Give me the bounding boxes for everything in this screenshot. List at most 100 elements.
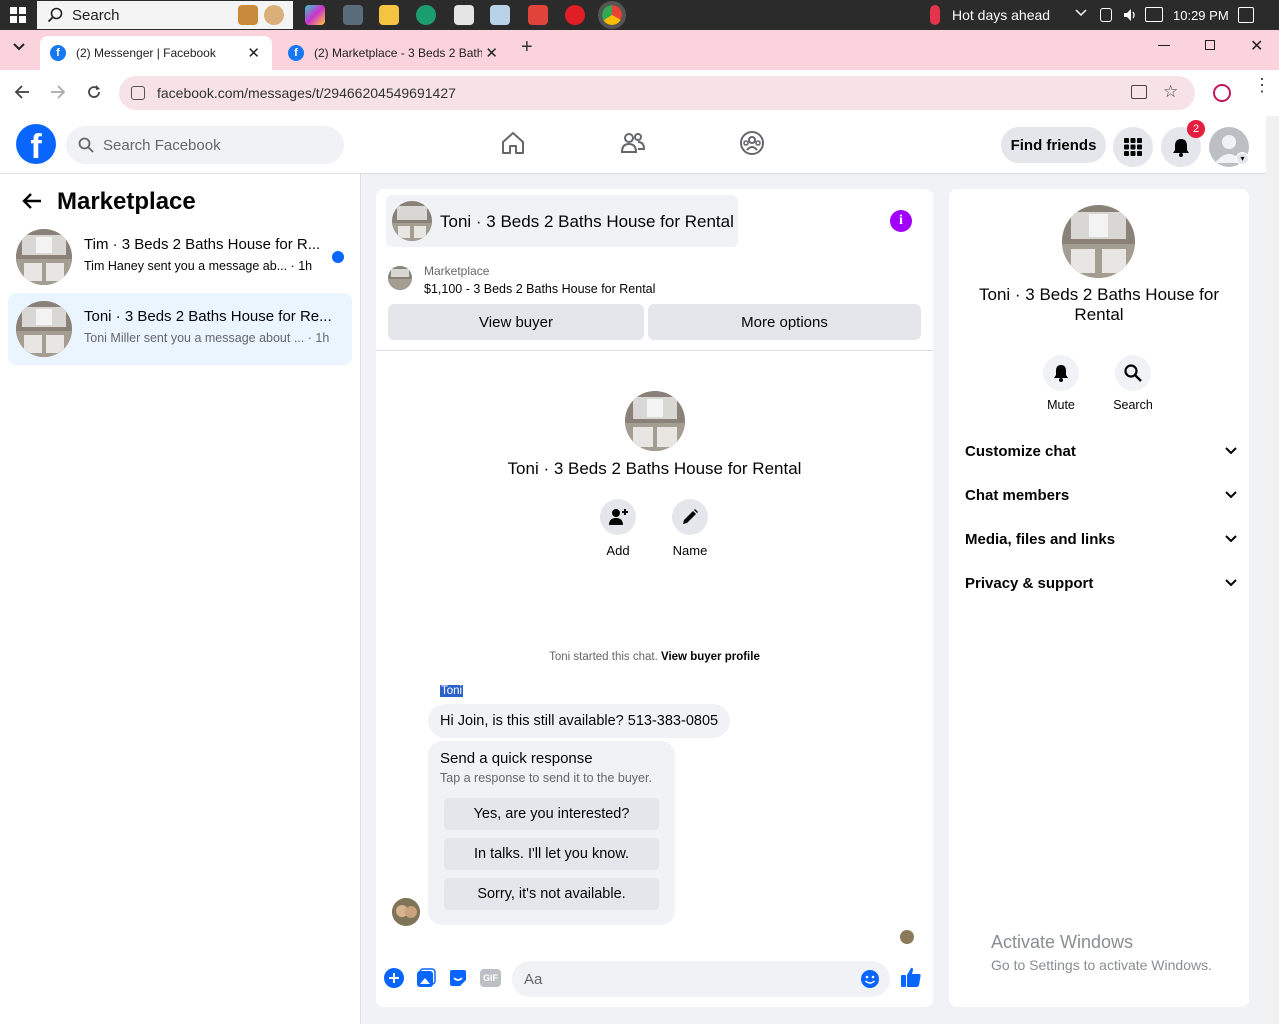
edit-name-button[interactable]: Name bbox=[654, 499, 726, 558]
emoji-icon[interactable] bbox=[860, 969, 880, 989]
file-explorer-icon[interactable] bbox=[379, 5, 399, 25]
taskbar-app-icon[interactable] bbox=[238, 5, 258, 25]
notepad-icon[interactable] bbox=[490, 5, 510, 25]
message-composer-input[interactable]: Aa bbox=[512, 961, 890, 997]
facebook-search-input[interactable]: Search Facebook bbox=[66, 126, 344, 164]
add-person-icon bbox=[600, 499, 636, 535]
notification-badge: 2 bbox=[1187, 120, 1205, 138]
section-label: Media, files and links bbox=[965, 530, 1116, 548]
message-bubble[interactable]: Hi Join, is this still available? 513-38… bbox=[428, 704, 731, 738]
search-in-chat-button[interactable]: Search bbox=[1101, 355, 1165, 412]
taskbar-app-icon[interactable] bbox=[264, 5, 284, 25]
chat-started-notice: Toni started this chat. View buyer profi… bbox=[376, 651, 933, 663]
address-bar[interactable]: facebook.com/messages/t/2946620454969142… bbox=[119, 76, 1195, 110]
listing-small-thumbnail bbox=[388, 266, 412, 290]
menu-grid-icon[interactable] bbox=[1113, 127, 1153, 167]
read-receipt-avatar bbox=[900, 930, 914, 944]
divider bbox=[376, 350, 933, 351]
conversation-item[interactable]: Tim · 3 Beds 2 Baths House for R... Tim … bbox=[8, 221, 352, 293]
tab-title: (2) Marketplace - 3 Beds 2 Bath bbox=[314, 46, 482, 60]
close-tab-icon[interactable]: ✕ bbox=[485, 44, 498, 62]
taskbar-app-icon[interactable] bbox=[454, 5, 474, 25]
listing-link[interactable]: $1,100 - 3 Beds 2 Baths House for Rental bbox=[424, 282, 655, 296]
find-friends-button[interactable]: Find friends bbox=[1001, 127, 1106, 163]
chrome-icon[interactable] bbox=[598, 1, 626, 29]
facebook-logo[interactable]: f bbox=[16, 124, 56, 166]
page-scrollbar[interactable] bbox=[1266, 116, 1279, 1024]
sticker-icon[interactable] bbox=[448, 968, 468, 988]
home-icon[interactable] bbox=[500, 130, 526, 156]
search-icon bbox=[47, 7, 63, 23]
groups-icon[interactable] bbox=[739, 130, 765, 156]
windows-start-icon[interactable] bbox=[0, 0, 36, 30]
conversation-time: · 1h bbox=[307, 331, 330, 345]
calculator-icon[interactable] bbox=[343, 5, 363, 25]
pencil-icon bbox=[672, 499, 708, 535]
view-buyer-button[interactable]: View buyer bbox=[388, 304, 644, 340]
reload-icon[interactable] bbox=[86, 84, 102, 100]
account-chevron-icon[interactable]: ▾ bbox=[1236, 152, 1249, 165]
weather-widget[interactable]: Hot days ahead bbox=[930, 0, 1050, 30]
chat-avatar bbox=[392, 201, 432, 241]
conversation-snippet: Toni Miller sent you a message about ... bbox=[84, 331, 305, 345]
quick-reply-button[interactable]: In talks. I'll let you know. bbox=[444, 838, 659, 870]
quick-reply-button[interactable]: Yes, are you interested? bbox=[444, 798, 659, 830]
privacy-support-section[interactable]: Privacy & support bbox=[965, 571, 1237, 595]
copilot-icon[interactable] bbox=[305, 5, 325, 25]
chevron-down-icon bbox=[1225, 491, 1237, 499]
browser-tab-marketplace[interactable]: f (2) Marketplace - 3 Beds 2 Bath ✕ bbox=[278, 36, 510, 70]
add-people-button[interactable]: Add bbox=[582, 499, 654, 558]
view-buyer-profile-link[interactable]: View buyer profile bbox=[661, 651, 760, 663]
chevron-down-icon bbox=[1225, 535, 1237, 543]
more-options-button[interactable]: More options bbox=[648, 304, 921, 340]
edge-icon[interactable] bbox=[416, 5, 436, 25]
listing-thumbnail bbox=[16, 301, 72, 357]
chat-members-section[interactable]: Chat members bbox=[965, 483, 1237, 507]
install-app-icon[interactable] bbox=[1131, 85, 1147, 99]
plus-circle-icon[interactable] bbox=[384, 968, 404, 988]
thumbs-up-icon[interactable] bbox=[900, 966, 922, 988]
quick-reply-button[interactable]: Sorry, it's not available. bbox=[444, 878, 659, 910]
friends-icon[interactable] bbox=[620, 130, 646, 156]
conversation-snippet: Tim Haney sent you a message ab... bbox=[84, 259, 288, 273]
customize-chat-section[interactable]: Customize chat bbox=[965, 439, 1237, 463]
close-window-icon[interactable]: ✕ bbox=[1250, 36, 1263, 56]
mute-label: Mute bbox=[1047, 398, 1075, 412]
taskbar-app-icon[interactable] bbox=[528, 5, 548, 25]
back-icon[interactable] bbox=[14, 84, 30, 100]
search-icon bbox=[1115, 355, 1151, 391]
bell-icon bbox=[1043, 355, 1079, 391]
minimize-icon[interactable] bbox=[1158, 45, 1170, 46]
back-arrow-icon[interactable] bbox=[22, 192, 42, 210]
battery-icon[interactable] bbox=[1100, 8, 1112, 22]
close-tab-icon[interactable]: ✕ bbox=[247, 44, 260, 62]
browser-tab-messenger[interactable]: f (2) Messenger | Facebook ✕ bbox=[40, 36, 272, 70]
notification-center-icon[interactable] bbox=[1238, 7, 1254, 23]
forward-icon[interactable] bbox=[50, 84, 66, 100]
restore-icon[interactable] bbox=[1205, 40, 1215, 50]
profile-avatar bbox=[625, 391, 685, 451]
bookmark-star-icon[interactable]: ☆ bbox=[1163, 82, 1178, 102]
facebook-search-placeholder: Search Facebook bbox=[103, 136, 221, 154]
photo-icon[interactable] bbox=[416, 968, 436, 988]
media-files-links-section[interactable]: Media, files and links bbox=[965, 527, 1237, 551]
network-icon[interactable] bbox=[1145, 7, 1163, 22]
menu-kebab-icon[interactable]: ⋮ bbox=[1253, 76, 1271, 94]
gif-icon[interactable]: GIF bbox=[480, 969, 501, 987]
info-icon[interactable]: i bbox=[890, 210, 912, 232]
tab-search-chevron-icon[interactable] bbox=[12, 42, 26, 52]
chat-header[interactable]: Toni · 3 Beds 2 Baths House for Rental bbox=[386, 195, 738, 247]
profile-icon[interactable] bbox=[1213, 84, 1231, 102]
new-tab-plus-icon[interactable]: + bbox=[521, 36, 533, 59]
volume-icon[interactable] bbox=[1122, 7, 1138, 23]
chevron-up-icon[interactable] bbox=[1075, 8, 1087, 18]
mute-button[interactable]: Mute bbox=[1029, 355, 1093, 412]
facebook-favicon-icon: f bbox=[288, 45, 304, 61]
opera-icon[interactable] bbox=[565, 5, 585, 25]
chat-started-text: Toni started this chat. bbox=[549, 651, 658, 663]
browser-tab-strip: f (2) Messenger | Facebook ✕ f (2) Marke… bbox=[0, 30, 1279, 70]
conversation-item-selected[interactable]: Toni · 3 Beds 2 Baths House for Re... To… bbox=[8, 293, 352, 365]
site-info-icon[interactable] bbox=[131, 86, 145, 100]
clock-time[interactable]: 10:29 PM bbox=[1173, 8, 1229, 23]
chevron-down-icon bbox=[1225, 579, 1237, 587]
